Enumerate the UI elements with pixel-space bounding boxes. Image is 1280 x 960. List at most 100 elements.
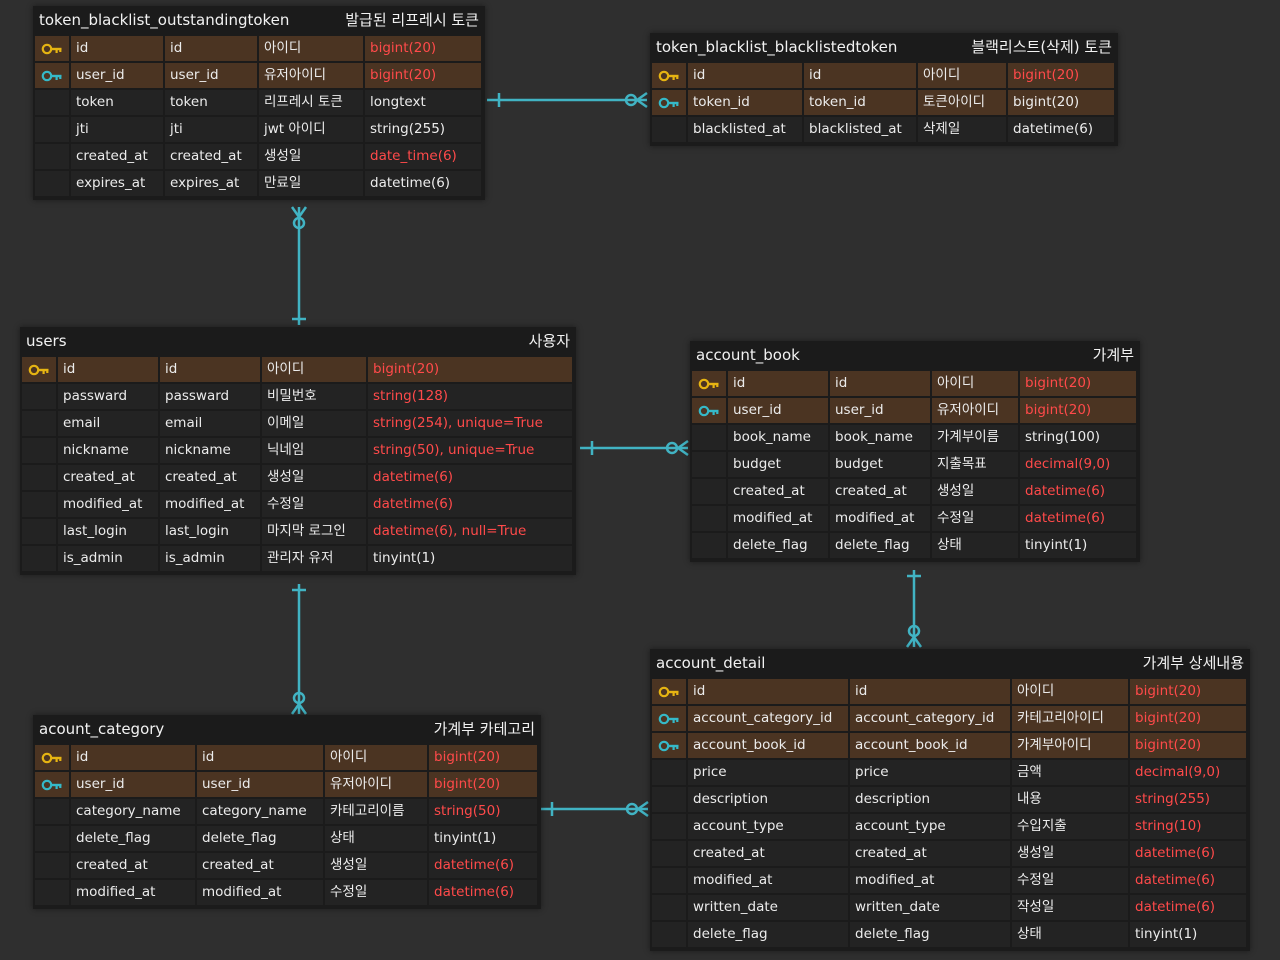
column-description: 비밀번호	[262, 384, 366, 409]
column-data-type: datetime(6)	[1130, 895, 1246, 920]
table-row[interactable]: account_category_id account_category_id 카테…	[652, 706, 1248, 733]
table-row[interactable]: passward passward 비밀번호 string(128)	[22, 384, 574, 411]
table-row[interactable]: created_at created_at 생성일 datetime(6)	[35, 853, 539, 880]
column-data-type: longtext	[365, 90, 481, 115]
key-cell	[22, 519, 56, 544]
column-attribute-name: user_id	[165, 63, 257, 88]
table-row[interactable]: id id 아이디 bigint(20)	[652, 63, 1116, 90]
key-cell	[22, 438, 56, 463]
column-attribute-name: created_at	[850, 841, 1010, 866]
column-description: 카테고리아이디	[1012, 706, 1128, 731]
table-row[interactable]: user_id user_id 유저아이디 bigint(20)	[35, 63, 483, 90]
table-row[interactable]: price price 금액 decimal(9,0)	[652, 760, 1248, 787]
table-row[interactable]: expires_at expires_at 만료일 datetime(6)	[35, 171, 483, 198]
table-row[interactable]: is_admin is_admin 관리자 유저 tinyint(1)	[22, 546, 574, 573]
table-row[interactable]: last_login last_login 마지막 로그인 datetime(6), …	[22, 519, 574, 546]
column-physical-name: created_at	[71, 853, 195, 878]
table-row[interactable]: id id 아이디 bigint(20)	[22, 357, 574, 384]
column-attribute-name: is_admin	[160, 546, 260, 571]
key-cell	[35, 880, 69, 905]
table-row[interactable]: delete_flag delete_flag 상태 tinyint(1)	[692, 533, 1138, 560]
table-row[interactable]: email email 이메일 string(254), unique=True	[22, 411, 574, 438]
table-header[interactable]: acount_category 가계부 카테고리	[33, 715, 541, 743]
column-physical-name: modified_at	[728, 506, 828, 531]
column-description: 토큰아이디	[918, 90, 1006, 115]
table-logical-name: 가계부 카테고리	[433, 720, 535, 738]
table-account-detail[interactable]: account_detail 가계부 상세내용 id id 아이디 bigint(20) a…	[650, 649, 1250, 951]
key-cell	[692, 506, 726, 531]
table-row[interactable]: modified_at modified_at 수정일 datetime(6)	[652, 868, 1248, 895]
table-row[interactable]: user_id user_id 유저아이디 bigint(20)	[692, 398, 1138, 425]
table-header[interactable]: account_detail 가계부 상세내용	[650, 649, 1250, 677]
table-row[interactable]: category_name category_name 카테고리이름 string(5…	[35, 799, 539, 826]
column-physical-name: expires_at	[71, 171, 163, 196]
column-data-type: string(255)	[1130, 787, 1246, 812]
table-row[interactable]: description description 내용 string(255)	[652, 787, 1248, 814]
table-row[interactable]: token token 리프레시 토큰 longtext	[35, 90, 483, 117]
table-logical-name: 블랙리스트(삭제) 토큰	[971, 38, 1112, 56]
key-cell	[652, 814, 686, 839]
table-row[interactable]: created_at created_at 생성일 datetime(6)	[652, 841, 1248, 868]
table-header[interactable]: users 사용자	[20, 327, 576, 355]
key-cell	[692, 425, 726, 450]
column-data-type: string(100)	[1020, 425, 1136, 450]
key-cell	[652, 868, 686, 893]
table-row[interactable]: jti jti jwt 아이디 string(255)	[35, 117, 483, 144]
relation-users-to-account-book[interactable]	[580, 439, 689, 457]
table-row[interactable]: book_name book_name 가계부이름 string(100)	[692, 425, 1138, 452]
relation-outstanding-to-blacklisted[interactable]	[487, 91, 648, 109]
table-row[interactable]: nickname nickname 닉네임 string(50), unique=Tr…	[22, 438, 574, 465]
foreign-key-icon	[35, 772, 69, 797]
table-row[interactable]: created_at created_at 생성일 date_time(6)	[35, 144, 483, 171]
column-data-type: bigint(20)	[1130, 706, 1246, 731]
table-row[interactable]: account_type account_type 수입지출 string(10)	[652, 814, 1248, 841]
table-token-blacklist-outstandingtoken[interactable]: token_blacklist_outstandingtoken 발급된 리프레시…	[33, 6, 485, 200]
table-row[interactable]: delete_flag delete_flag 상태 tinyint(1)	[35, 826, 539, 853]
table-row[interactable]: created_at created_at 생성일 datetime(6)	[692, 479, 1138, 506]
column-description: 리프레시 토큰	[259, 90, 363, 115]
column-attribute-name: delete_flag	[850, 922, 1010, 947]
table-row[interactable]: modified_at modified_at 수정일 datetime(6)	[35, 880, 539, 907]
table-row[interactable]: id id 아이디 bigint(20)	[692, 371, 1138, 398]
table-row[interactable]: token_id token_id 토큰아이디 bigint(20)	[652, 90, 1116, 117]
column-description: 아이디	[259, 36, 363, 61]
table-row[interactable]: account_book_id account_book_id 가계부아이디 bigi…	[652, 733, 1248, 760]
table-users[interactable]: users 사용자 id id 아이디 bigint(20) passward passwar…	[20, 327, 576, 575]
table-header[interactable]: token_blacklist_blacklistedtoken 블랙리스트(삭제…	[650, 33, 1118, 61]
table-row[interactable]: delete_flag delete_flag 상태 tinyint(1)	[652, 922, 1248, 949]
column-attribute-name: id	[197, 745, 323, 770]
column-physical-name: id	[688, 63, 802, 88]
table-account-book[interactable]: account_book 가계부 id id 아이디 bigint(20) user_id u…	[690, 341, 1140, 562]
table-row[interactable]: budget budget 지출목표 decimal(9,0)	[692, 452, 1138, 479]
column-physical-name: budget	[728, 452, 828, 477]
column-physical-name: jti	[71, 117, 163, 142]
table-row[interactable]: modified_at modified_at 수정일 datetime(6)	[692, 506, 1138, 533]
column-description: 만료일	[259, 171, 363, 196]
table-token-blacklist-blacklistedtoken[interactable]: token_blacklist_blacklistedtoken 블랙리스트(삭제…	[650, 33, 1118, 146]
table-row[interactable]: id id 아이디 bigint(20)	[35, 36, 483, 63]
table-row[interactable]: modified_at modified_at 수정일 datetime(6)	[22, 492, 574, 519]
column-description: 관리자 유저	[262, 546, 366, 571]
table-acount-category[interactable]: acount_category 가계부 카테고리 id id 아이디 bigint(20)…	[33, 715, 541, 909]
table-header[interactable]: token_blacklist_outstandingtoken 발급된 리프레시…	[33, 6, 485, 34]
column-data-type: decimal(9,0)	[1020, 452, 1136, 477]
relation-category-to-detail[interactable]	[540, 800, 649, 818]
column-description: 마지막 로그인	[262, 519, 366, 544]
table-row[interactable]: id id 아이디 bigint(20)	[35, 745, 539, 772]
column-description: 지출목표	[932, 452, 1018, 477]
column-physical-name: delete_flag	[728, 533, 828, 558]
table-row[interactable]: created_at created_at 생성일 datetime(6)	[22, 465, 574, 492]
column-description: 삭제일	[918, 117, 1006, 142]
table-row[interactable]: written_date written_date 작성일 datetime(6)	[652, 895, 1248, 922]
relation-users-to-category[interactable]	[290, 584, 308, 715]
table-row[interactable]: blacklisted_at blacklisted_at 삭제일 datetime(…	[652, 117, 1116, 144]
column-data-type: datetime(6)	[1130, 841, 1246, 866]
table-row[interactable]: user_id user_id 유저아이디 bigint(20)	[35, 772, 539, 799]
table-header[interactable]: account_book 가계부	[690, 341, 1140, 369]
column-attribute-name: last_login	[160, 519, 260, 544]
relation-users-to-outstanding[interactable]	[290, 206, 308, 325]
primary-key-icon	[692, 371, 726, 396]
column-attribute-name: token_id	[804, 90, 916, 115]
table-row[interactable]: id id 아이디 bigint(20)	[652, 679, 1248, 706]
relation-account-book-to-detail[interactable]	[905, 570, 923, 648]
